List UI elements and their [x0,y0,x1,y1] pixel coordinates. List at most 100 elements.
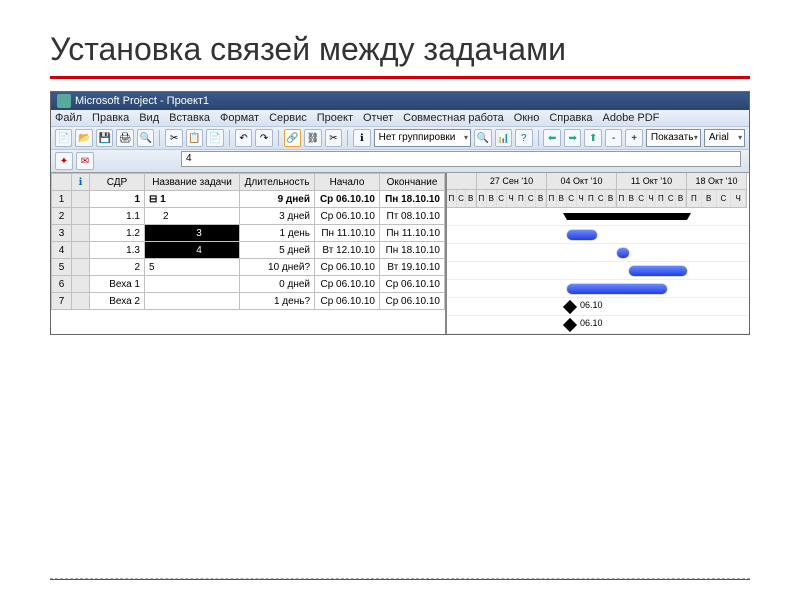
table-row[interactable]: 5 2 5 10 дней? Ср 06.10.10 Вт 19.10.10 [52,259,445,276]
rownum[interactable]: 6 [52,276,72,293]
name-cell-selected[interactable]: 4 [145,242,240,259]
start-cell[interactable]: Вт 12.10.10 [315,242,380,259]
grouping-select[interactable]: Нет группировки [374,129,471,147]
menu-edit[interactable]: Правка [92,112,129,124]
table-row[interactable]: 7 Веха 2 1 день? Ср 06.10.10 Ср 06.10.10 [52,293,445,310]
summary-bar[interactable] [567,213,687,220]
rownum[interactable]: 5 [52,259,72,276]
gantt-chart[interactable]: ПСВ 27 Сен '10 ПВСЧПСВ 04 Окт '10 ПВСЧПС… [445,173,749,334]
milestone-icon[interactable] [563,300,577,314]
start-cell[interactable]: Ср 06.10.10 [315,293,380,310]
undo-button[interactable]: ↶ [235,129,252,147]
col-duration[interactable]: Длительность [240,174,315,191]
start-cell[interactable]: Пн 11.10.10 [315,225,380,242]
nav-up-button[interactable]: ⬆ [584,129,601,147]
end-cell[interactable]: Ср 06.10.10 [380,293,445,310]
task-bar[interactable] [567,230,597,240]
task-grid[interactable]: ℹ СДР Название задачи Длительность Начал… [51,173,445,310]
save-button[interactable]: 💾 [96,129,113,147]
dur-cell[interactable]: 5 дней [240,242,315,259]
dur-cell[interactable]: 1 день [240,225,315,242]
name-cell-selected[interactable]: 3 [145,225,240,242]
nav-right-button[interactable]: ➡ [564,129,581,147]
table-row[interactable]: 2 1.1 2 3 дней Ср 06.10.10 Пт 08.10.10 [52,208,445,225]
copy-button[interactable]: 📋 [186,129,203,147]
wbs-cell[interactable]: Веха 2 [90,293,145,310]
milestone-icon[interactable] [563,318,577,332]
open-button[interactable]: 📂 [75,129,92,147]
menu-adobe[interactable]: Adobe PDF [603,112,660,124]
task-bar[interactable] [567,284,667,294]
menu-insert[interactable]: Вставка [169,112,210,124]
pdf-mail-button[interactable]: ✉ [76,152,94,170]
pdf-button[interactable]: ✦ [55,152,73,170]
link-tasks-button[interactable]: 🔗 [284,129,301,147]
wbs-cell[interactable]: 1.1 [90,208,145,225]
table-row[interactable]: 6 Веха 1 0 дней Ср 06.10.10 Ср 06.10.10 [52,276,445,293]
info-cell[interactable] [72,293,90,310]
menu-view[interactable]: Вид [139,112,159,124]
name-cell[interactable]: 2 [145,208,240,225]
menu-project[interactable]: Проект [317,112,353,124]
start-cell[interactable]: Ср 06.10.10 [315,276,380,293]
rownum[interactable]: 3 [52,225,72,242]
name-cell[interactable]: ⊟ 1 [145,191,240,208]
font-select[interactable]: Arial [704,129,745,147]
table-row[interactable]: 4 1.3 4 5 дней Вт 12.10.10 Пн 18.10.10 [52,242,445,259]
wbs-cell[interactable]: 1.3 [90,242,145,259]
end-cell[interactable]: Ср 06.10.10 [380,276,445,293]
zoom-button[interactable]: 🔍 [474,129,491,147]
help-button[interactable]: ? [515,129,532,147]
info-button[interactable]: ℹ [353,129,370,147]
end-cell[interactable]: Пн 18.10.10 [380,191,445,208]
table-row[interactable]: 1 1 ⊟ 1 9 дней Ср 06.10.10 Пн 18.10.10 [52,191,445,208]
rownum[interactable]: 7 [52,293,72,310]
dur-cell[interactable]: 0 дней [240,276,315,293]
wbs-cell[interactable]: Веха 1 [90,276,145,293]
menu-collab[interactable]: Совместная работа [403,112,504,124]
split-button[interactable]: ✂ [325,129,342,147]
info-cell[interactable] [72,208,90,225]
dur-cell[interactable]: 9 дней [240,191,315,208]
info-cell[interactable] [72,191,90,208]
menu-help[interactable]: Справка [549,112,592,124]
end-cell[interactable]: Вт 19.10.10 [380,259,445,276]
info-cell[interactable] [72,276,90,293]
show-select[interactable]: Показать [646,129,701,147]
name-cell[interactable] [145,293,240,310]
col-start[interactable]: Начало [315,174,380,191]
end-cell[interactable]: Пн 11.10.10 [380,225,445,242]
col-end[interactable]: Окончание [380,174,445,191]
col-wbs[interactable]: СДР [90,174,145,191]
indent-button[interactable]: + [625,129,642,147]
menu-format[interactable]: Формат [220,112,259,124]
col-name[interactable]: Название задачи [145,174,240,191]
rownum[interactable]: 2 [52,208,72,225]
start-cell[interactable]: Ср 06.10.10 [315,191,380,208]
rownum[interactable]: 1 [52,191,72,208]
task-bar[interactable] [629,266,687,276]
info-cell[interactable] [72,242,90,259]
end-cell[interactable]: Пн 18.10.10 [380,242,445,259]
cut-button[interactable]: ✂ [165,129,182,147]
menu-tools[interactable]: Сервис [269,112,307,124]
name-cell[interactable] [145,276,240,293]
unlink-tasks-button[interactable]: ⛓ [304,129,321,147]
col-info-icon[interactable]: ℹ [72,174,90,191]
start-cell[interactable]: Ср 06.10.10 [315,208,380,225]
info-cell[interactable] [72,225,90,242]
wbs-cell[interactable]: 2 [90,259,145,276]
start-cell[interactable]: Ср 06.10.10 [315,259,380,276]
dur-cell[interactable]: 3 дней [240,208,315,225]
new-button[interactable]: 📄 [55,129,72,147]
table-row[interactable]: 3 1.2 3 1 день Пн 11.10.10 Пн 11.10.10 [52,225,445,242]
rownum[interactable]: 4 [52,242,72,259]
paste-button[interactable]: 📄 [206,129,223,147]
nav-left-button[interactable]: ⬅ [543,129,560,147]
info-cell[interactable] [72,259,90,276]
name-cell[interactable]: 5 [145,259,240,276]
wbs-cell[interactable]: 1.2 [90,225,145,242]
task-bar[interactable] [617,248,629,258]
dur-cell[interactable]: 1 день? [240,293,315,310]
menu-file[interactable]: Файл [55,112,82,124]
